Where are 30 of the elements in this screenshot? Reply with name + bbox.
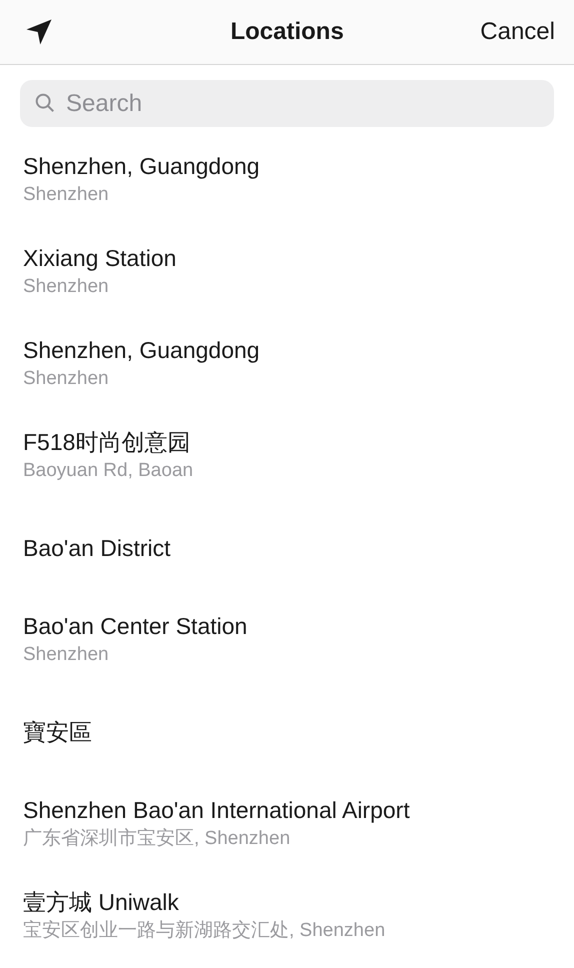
location-detail: Shenzhen — [23, 183, 110, 207]
location-name: 壹方城 Uniwalk — [23, 888, 180, 917]
location-row[interactable]: Shenzhen, Guangdong Shenzhen — [0, 318, 574, 410]
search-field[interactable]: Search — [20, 80, 554, 127]
location-row[interactable]: Shenzhen, Guangdong Shenzhen — [0, 134, 574, 226]
location-name: Shenzhen, Guangdong — [23, 152, 261, 181]
location-arrow-icon[interactable] — [24, 17, 54, 47]
location-name: 寶安區 — [23, 718, 93, 747]
location-detail: Shenzhen — [23, 643, 110, 667]
location-row[interactable]: Xixiang Station Shenzhen — [0, 226, 574, 318]
location-name: F518时尚创意园 — [23, 428, 192, 457]
location-row[interactable]: 壹方城 Uniwalk 宝安区创业一路与新湖路交汇处, Shenzhen — [0, 870, 574, 962]
location-detail: 宝安区创业一路与新湖路交汇处, Shenzhen — [23, 919, 386, 943]
location-name: Bao'an Center Station — [23, 612, 248, 641]
cancel-button[interactable]: Cancel — [480, 14, 555, 50]
location-row[interactable]: F518时尚创意园 Baoyuan Rd, Baoan — [0, 410, 574, 502]
page-title: Locations — [230, 17, 344, 47]
location-name: Shenzhen Bao'an International Airport — [23, 796, 411, 825]
location-row[interactable]: Shenzhen Bao'an International Airport 广东省深圳市宝安区, Shenzhen — [0, 778, 574, 870]
location-row[interactable]: Bao'an Center Station Shenzhen — [0, 594, 574, 686]
search-icon — [34, 92, 56, 114]
location-name: Bao'an District — [23, 534, 172, 563]
location-detail: 广东省深圳市宝安区, Shenzhen — [23, 827, 292, 851]
location-detail: Baoyuan Rd, Baoan — [23, 459, 194, 483]
location-name: Xixiang Station — [23, 244, 178, 273]
location-detail: Shenzhen — [23, 367, 110, 391]
location-detail: Shenzhen — [23, 275, 110, 299]
location-row[interactable]: Bao'an District — [0, 502, 574, 594]
location-row[interactable]: 寶安區 — [0, 686, 574, 778]
location-name: Shenzhen, Guangdong — [23, 336, 261, 365]
